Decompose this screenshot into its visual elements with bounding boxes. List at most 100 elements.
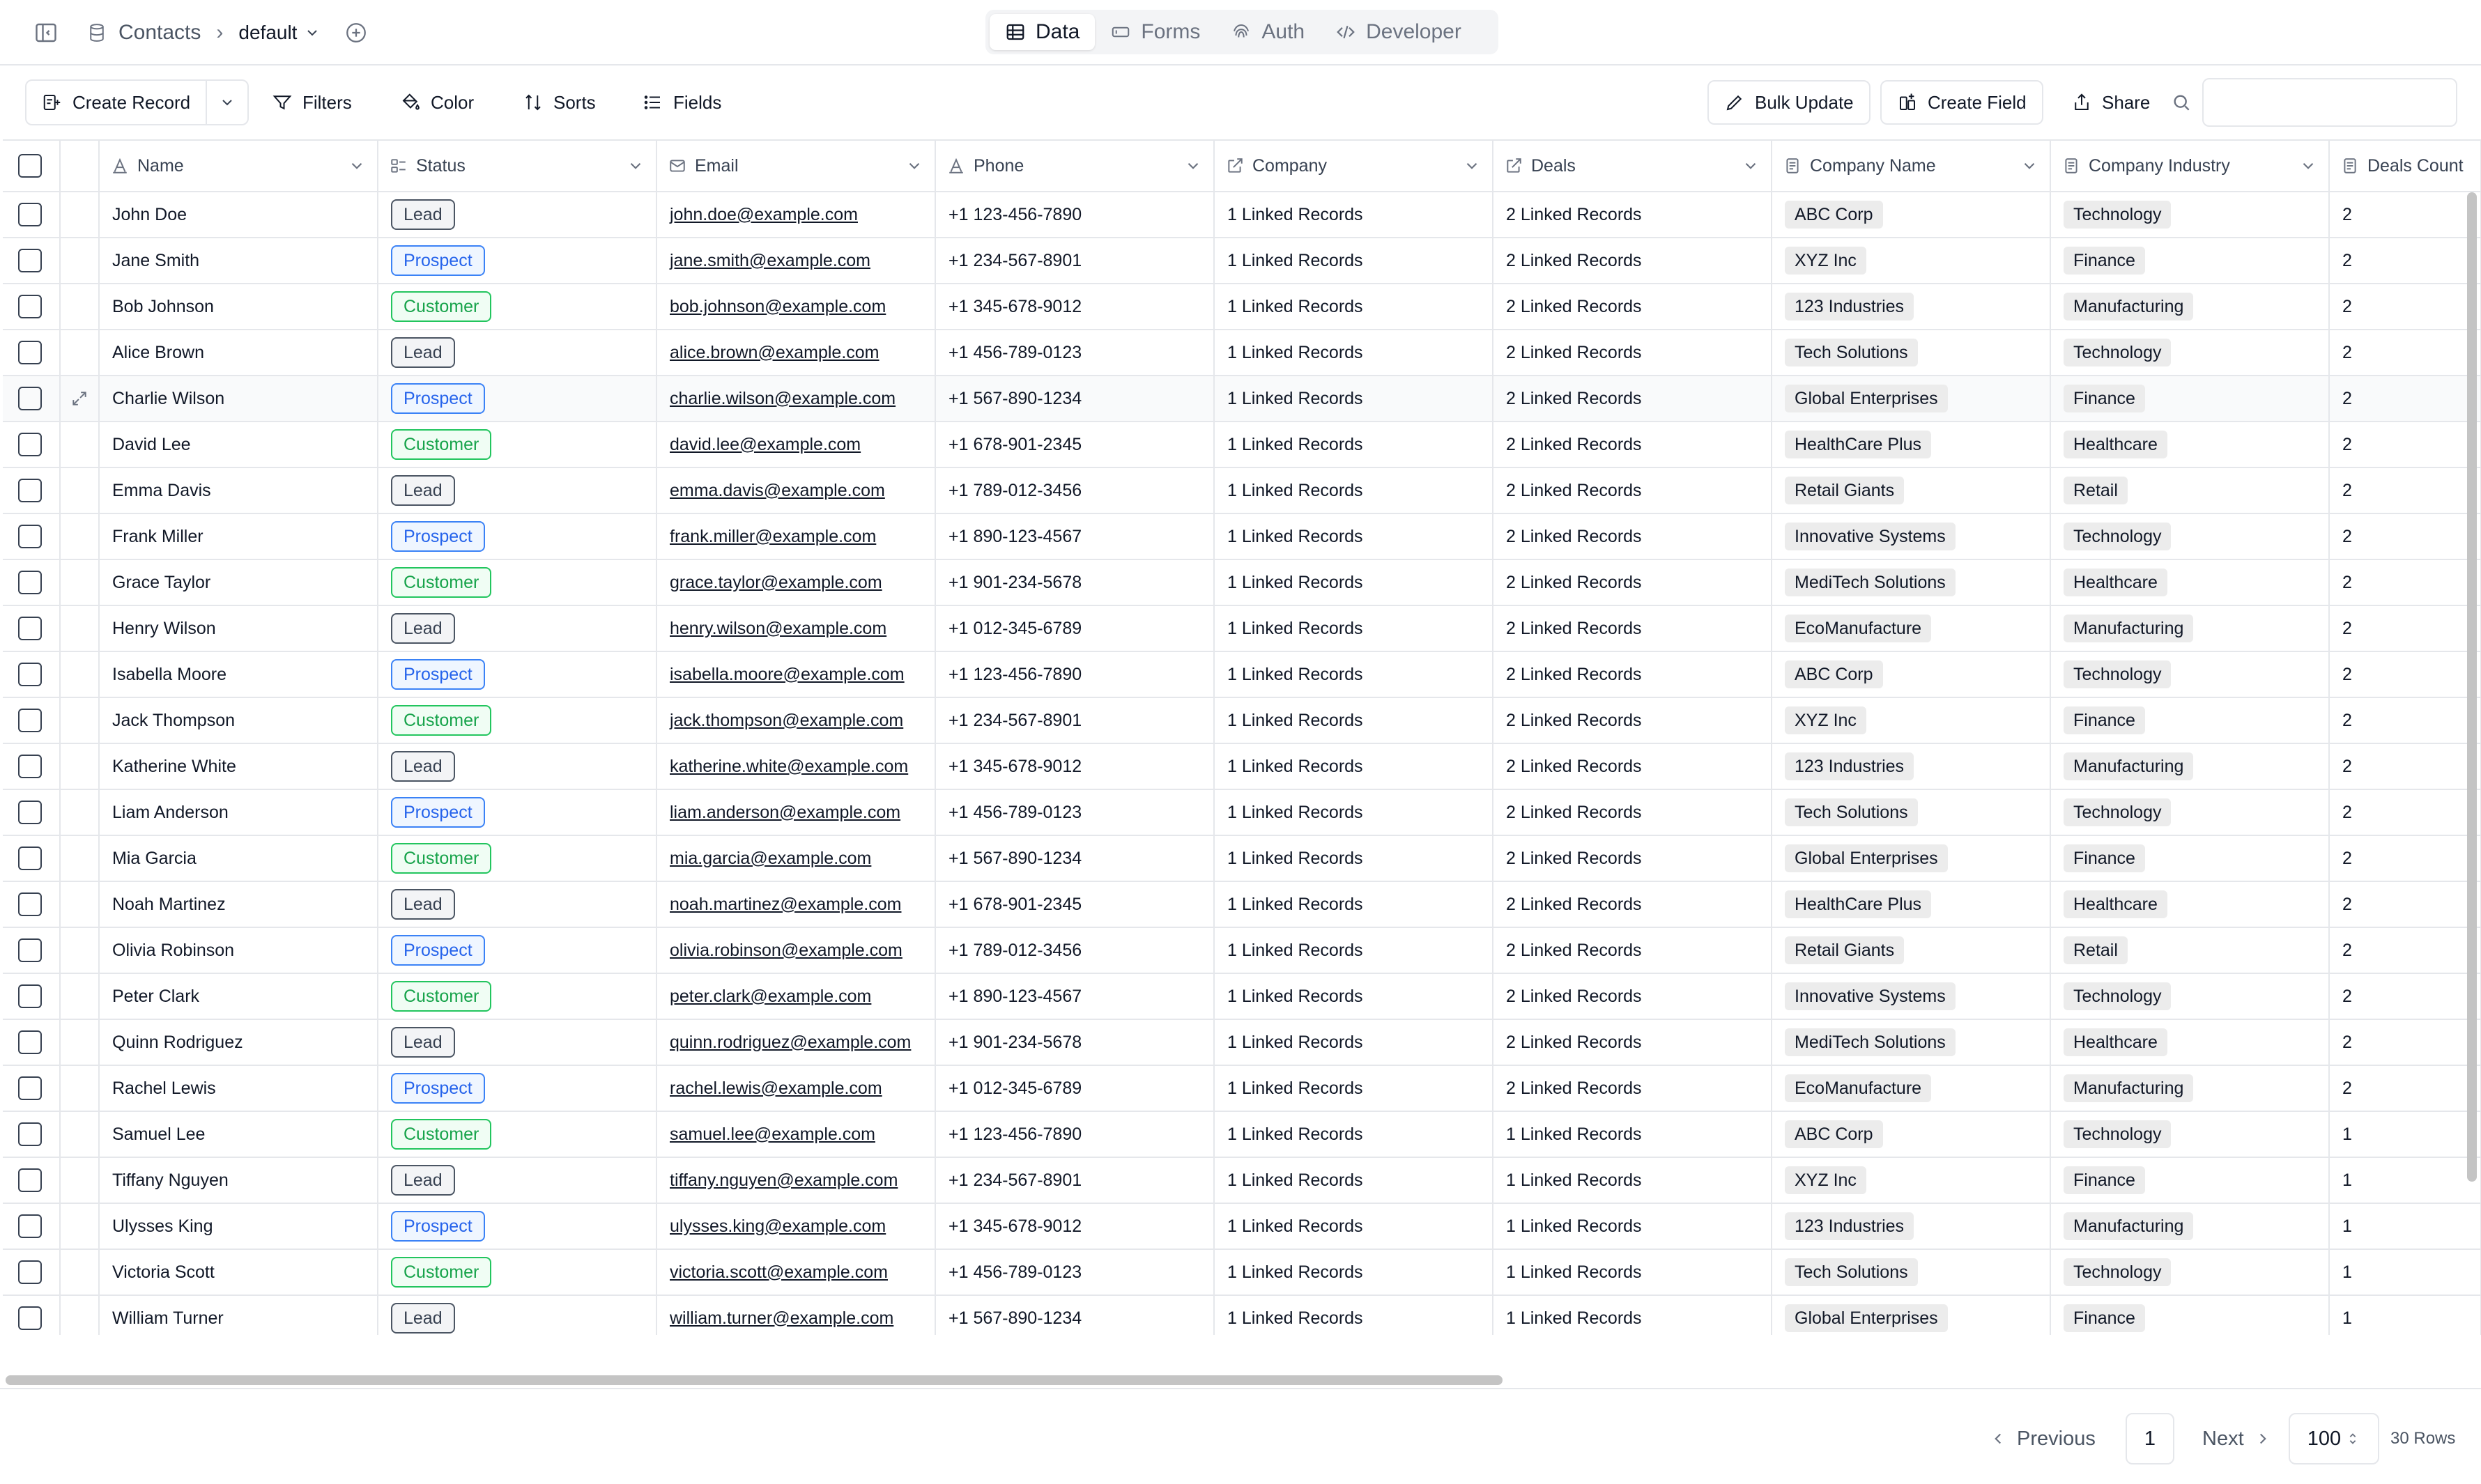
fields-button[interactable]: Fields — [627, 80, 737, 125]
cell-deals-count[interactable]: 1 — [2329, 1203, 2481, 1250]
cell-deals[interactable]: 2 Linked Records — [1493, 376, 1772, 422]
current-page[interactable]: 1 — [2126, 1413, 2174, 1464]
cell-company-name[interactable]: ABC Corp — [1772, 651, 2051, 698]
cell-deals-count[interactable]: 2 — [2329, 973, 2481, 1020]
cell-company-industry[interactable]: Manufacturing — [2050, 1065, 2330, 1112]
cell-deals-count[interactable]: 2 — [2329, 192, 2481, 238]
cell-company-name[interactable]: Global Enterprises — [1772, 1295, 2051, 1335]
cell-company-name[interactable]: EcoManufacture — [1772, 1065, 2051, 1112]
row-checkbox[interactable] — [18, 938, 42, 962]
cell-status[interactable]: Customer — [378, 1111, 657, 1158]
cell-company[interactable]: 1 Linked Records — [1214, 1065, 1493, 1112]
row-checkbox[interactable] — [18, 203, 42, 226]
cell-company-name[interactable]: XYZ Inc — [1772, 697, 2051, 744]
cell-email[interactable]: emma.davis@example.com — [656, 467, 936, 514]
row-checkbox[interactable] — [18, 387, 42, 410]
cell-status[interactable]: Customer — [378, 559, 657, 606]
sorts-button[interactable]: Sorts — [507, 80, 611, 125]
cell-company[interactable]: 1 Linked Records — [1214, 330, 1493, 376]
create-record-button[interactable]: Create Record — [26, 81, 208, 124]
table-row[interactable]: Bob Johnson Customer bob.johnson@example.c… — [3, 284, 2481, 330]
table-row[interactable]: Rachel Lewis Prospect rachel.lewis@example… — [3, 1065, 2481, 1112]
row-checkbox[interactable] — [18, 1076, 42, 1100]
cell-deals[interactable]: 1 Linked Records — [1493, 1249, 1772, 1296]
filters-button[interactable]: Filters — [256, 80, 367, 125]
chevron-down-icon[interactable] — [2299, 157, 2317, 175]
cell-status[interactable]: Lead — [378, 881, 657, 928]
cell-company-industry[interactable]: Finance — [2050, 1157, 2330, 1204]
cell-company-name[interactable]: ABC Corp — [1772, 192, 2051, 238]
cell-status[interactable]: Lead — [378, 467, 657, 514]
cell-company-industry[interactable]: Technology — [2050, 330, 2330, 376]
cell-deals-count[interactable]: 2 — [2329, 651, 2481, 698]
column-header-phone[interactable]: Phone — [935, 139, 1215, 192]
cell-company-industry[interactable]: Technology — [2050, 192, 2330, 238]
cell-phone[interactable]: +1 345-678-9012 — [935, 284, 1215, 330]
email-link[interactable]: jack.thompson@example.com — [670, 711, 903, 730]
cell-company-name[interactable]: Global Enterprises — [1772, 376, 2051, 422]
cell-phone[interactable]: +1 123-456-7890 — [935, 1111, 1215, 1158]
cell-phone[interactable]: +1 678-901-2345 — [935, 881, 1215, 928]
cell-phone[interactable]: +1 345-678-9012 — [935, 743, 1215, 790]
cell-company[interactable]: 1 Linked Records — [1214, 192, 1493, 238]
cell-deals[interactable]: 2 Linked Records — [1493, 192, 1772, 238]
tab-forms[interactable]: Forms — [1095, 14, 1215, 50]
cell-deals-count[interactable]: 2 — [2329, 559, 2481, 606]
cell-company-name[interactable]: HealthCare Plus — [1772, 881, 2051, 928]
email-link[interactable]: grace.taylor@example.com — [670, 573, 882, 592]
email-link[interactable]: isabella.moore@example.com — [670, 665, 905, 684]
cell-status[interactable]: Prospect — [378, 789, 657, 836]
cell-name[interactable]: Isabella Moore — [99, 651, 378, 698]
cell-deals[interactable]: 2 Linked Records — [1493, 330, 1772, 376]
cell-name[interactable]: John Doe — [99, 192, 378, 238]
cell-deals-count[interactable]: 2 — [2329, 1019, 2481, 1066]
cell-phone[interactable]: +1 012-345-6789 — [935, 605, 1215, 652]
email-link[interactable]: emma.davis@example.com — [670, 481, 885, 500]
cell-phone[interactable]: +1 567-890-1234 — [935, 376, 1215, 422]
cell-company-name[interactable]: Innovative Systems — [1772, 513, 2051, 560]
table-row[interactable]: Isabella Moore Prospect isabella.moore@exa… — [3, 651, 2481, 698]
row-checkbox[interactable] — [18, 433, 42, 456]
cell-company[interactable]: 1 Linked Records — [1214, 835, 1493, 882]
cell-email[interactable]: grace.taylor@example.com — [656, 559, 936, 606]
cell-company[interactable]: 1 Linked Records — [1214, 513, 1493, 560]
cell-email[interactable]: jack.thompson@example.com — [656, 697, 936, 744]
cell-deals[interactable]: 2 Linked Records — [1493, 605, 1772, 652]
cell-email[interactable]: tiffany.nguyen@example.com — [656, 1157, 936, 1204]
cell-phone[interactable]: +1 123-456-7890 — [935, 192, 1215, 238]
cell-phone[interactable]: +1 678-901-2345 — [935, 422, 1215, 468]
chevron-down-icon[interactable] — [905, 157, 923, 175]
cell-company-name[interactable]: 123 Industries — [1772, 743, 2051, 790]
cell-phone[interactable]: +1 789-012-3456 — [935, 927, 1215, 974]
cell-name[interactable]: Katherine White — [99, 743, 378, 790]
view-selector[interactable]: default — [238, 22, 321, 44]
cell-deals[interactable]: 2 Linked Records — [1493, 513, 1772, 560]
cell-email[interactable]: katherine.white@example.com — [656, 743, 936, 790]
cell-email[interactable]: charlie.wilson@example.com — [656, 376, 936, 422]
tab-auth[interactable]: Auth — [1215, 14, 1320, 50]
email-link[interactable]: tiffany.nguyen@example.com — [670, 1170, 898, 1190]
table-row[interactable]: Liam Anderson Prospect liam.anderson@examp… — [3, 789, 2481, 836]
cell-company[interactable]: 1 Linked Records — [1214, 973, 1493, 1020]
cell-deals[interactable]: 2 Linked Records — [1493, 881, 1772, 928]
cell-name[interactable]: David Lee — [99, 422, 378, 468]
cell-company-industry[interactable]: Technology — [2050, 1111, 2330, 1158]
expand-icon[interactable] — [70, 389, 89, 408]
cell-status[interactable]: Lead — [378, 743, 657, 790]
cell-name[interactable]: Henry Wilson — [99, 605, 378, 652]
cell-company[interactable]: 1 Linked Records — [1214, 1249, 1493, 1296]
row-checkbox[interactable] — [18, 525, 42, 548]
select-all-checkbox[interactable] — [18, 154, 42, 178]
cell-email[interactable]: alice.brown@example.com — [656, 330, 936, 376]
tab-data[interactable]: Data — [990, 14, 1096, 50]
cell-company-name[interactable]: Global Enterprises — [1772, 835, 2051, 882]
cell-name[interactable]: Olivia Robinson — [99, 927, 378, 974]
cell-deals[interactable]: 2 Linked Records — [1493, 467, 1772, 514]
cell-deals-count[interactable]: 1 — [2329, 1249, 2481, 1296]
table-row[interactable]: Ulysses King Prospect ulysses.king@example… — [3, 1203, 2481, 1250]
chevron-down-icon[interactable] — [2020, 157, 2038, 175]
cell-deals[interactable]: 2 Linked Records — [1493, 789, 1772, 836]
email-link[interactable]: olivia.robinson@example.com — [670, 941, 902, 960]
cell-company-industry[interactable]: Technology — [2050, 651, 2330, 698]
cell-status[interactable]: Lead — [378, 330, 657, 376]
